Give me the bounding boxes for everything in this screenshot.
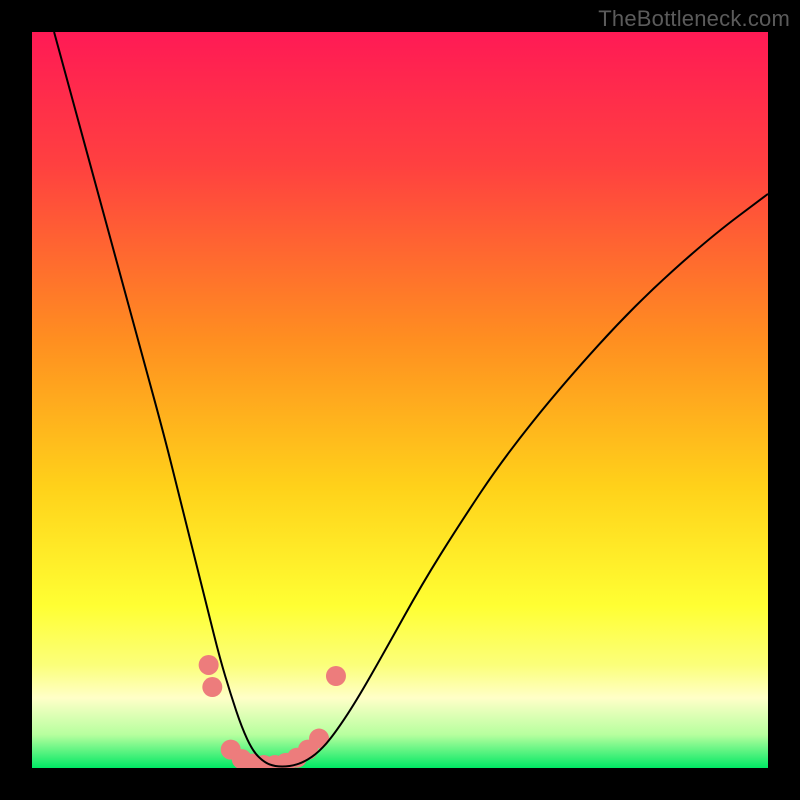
highlight-dot (309, 729, 329, 749)
highlight-dot (326, 666, 346, 686)
chart-frame: TheBottleneck.com (0, 0, 800, 800)
highlight-dot (199, 655, 219, 675)
gradient-background (32, 32, 768, 768)
plot-area (32, 32, 768, 768)
watermark-text: TheBottleneck.com (598, 6, 790, 32)
highlight-dot (202, 677, 222, 697)
chart-svg (32, 32, 768, 768)
